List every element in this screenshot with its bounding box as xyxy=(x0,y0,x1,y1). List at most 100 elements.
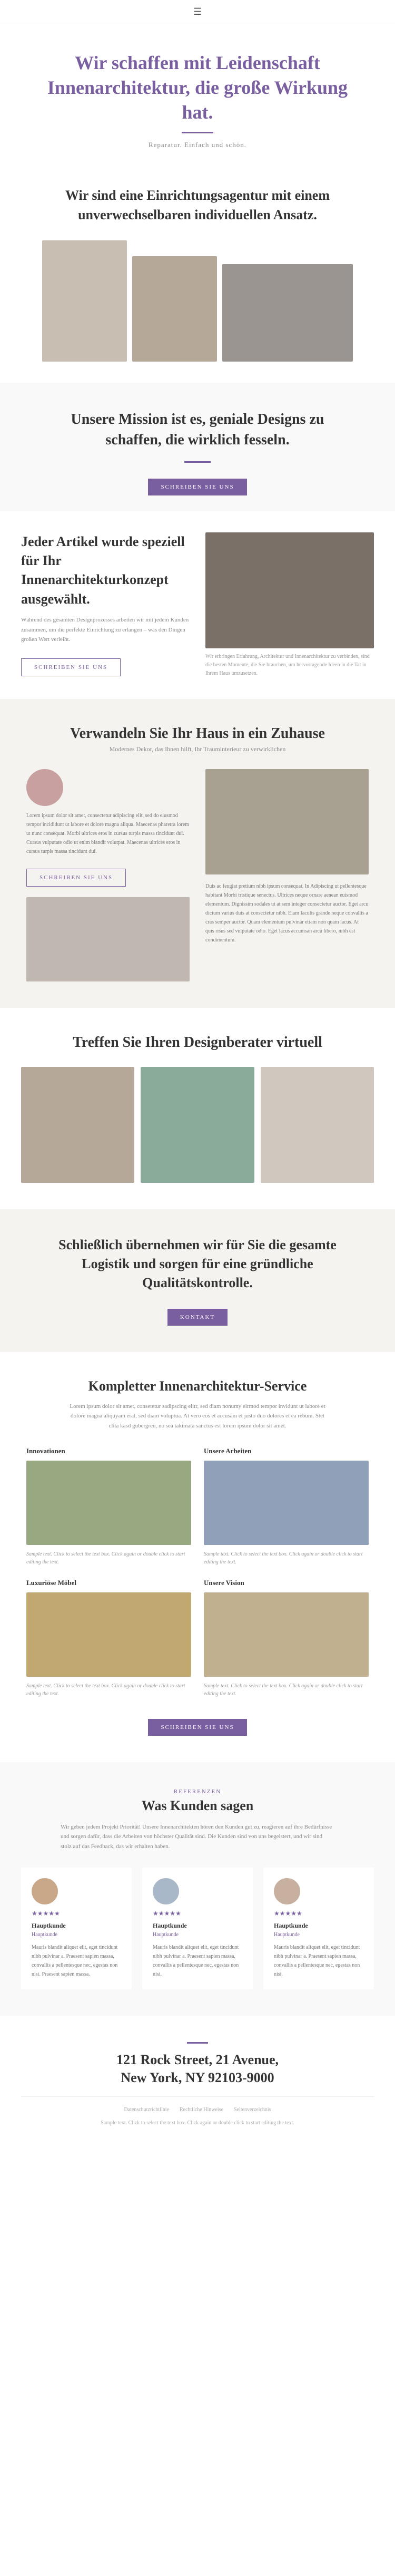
testimonial-2-text: Mauris blandit aliquet elit, eget tincid… xyxy=(153,1943,242,1979)
article-section: Jeder Artikel wurde speziell für Ihr Inn… xyxy=(0,511,395,699)
transform-image-right xyxy=(205,769,369,874)
transform-header: Verwandeln Sie Ihr Haus in ein Zuhause M… xyxy=(26,725,369,753)
testimonial-2-role: Hauptkunde xyxy=(153,1932,242,1938)
about-title: Wir sind eine Einrichtungsagentur mit ei… xyxy=(42,186,353,225)
about-image-1 xyxy=(42,240,127,362)
testimonials-title: Was Kunden sagen xyxy=(21,1798,374,1814)
testimonials-header: Referenzen Was Kunden sagen xyxy=(21,1788,374,1814)
hamburger-icon[interactable]: ☰ xyxy=(193,6,202,17)
transform-content: Lorem ipsum dolor sit amet, consectetur … xyxy=(26,769,369,981)
meet-image-2 xyxy=(141,1067,254,1183)
article-left: Jeder Artikel wurde speziell für Ihr Inn… xyxy=(21,532,190,677)
transform-avatar xyxy=(26,769,63,806)
meet-images xyxy=(21,1067,374,1183)
service-item-1: Innovationen Sample text. Click to selec… xyxy=(26,1447,191,1566)
service-grid: Innovationen Sample text. Click to selec… xyxy=(26,1447,369,1698)
hero-section: Wir schaffen mit Leidenschaft Innenarchi… xyxy=(0,24,395,165)
service-item-1-title: Innovationen xyxy=(26,1447,191,1455)
mission-divider xyxy=(184,461,211,463)
article-caption: Wir erbringen Erfahrung, Architektur und… xyxy=(205,653,374,678)
transform-button[interactable]: SCHREIBEN SIE UNS xyxy=(26,869,126,887)
testimonial-1-role: Hauptkunde xyxy=(32,1932,121,1938)
testimonial-1-avatar xyxy=(32,1878,58,1904)
article-title: Jeder Artikel wurde speziell für Ihr Inn… xyxy=(21,532,190,609)
transform-right-text: Duis ac feugiat pretium nibh ipsum conse… xyxy=(205,882,369,945)
transform-right: Duis ac feugiat pretium nibh ipsum conse… xyxy=(205,769,369,945)
mission-button[interactable]: SCHREIBEN SIE UNS xyxy=(148,479,246,495)
logistics-title: Schließlich übernehmen wir für Sie die g… xyxy=(42,1236,353,1293)
service-item-3: Luxuriöse Möbel Sample text. Click to se… xyxy=(26,1579,191,1698)
article-body: Während des gesamten Designprozesses arb… xyxy=(21,615,190,645)
testimonials-text: Wir geben jedem Projekt Priorität! Unser… xyxy=(61,1822,334,1852)
mission-section: Unsere Mission ist es, geniale Designs z… xyxy=(0,383,395,511)
testimonial-2-name: Hauptkunde xyxy=(153,1922,242,1930)
footer-link-sitemap[interactable]: Seitenverzeichnis xyxy=(234,2105,271,2114)
service-item-2-caption: Sample text. Click to select the text bo… xyxy=(204,1550,369,1566)
footer-copyright: Sample text. Click to select the text bo… xyxy=(21,2118,374,2127)
hero-subtitle: Reparatur. Einfach und schön. xyxy=(42,141,353,149)
footer-link-legal[interactable]: Rechtliche Hinweise xyxy=(180,2105,223,2114)
testimonial-3-role: Hauptkunde xyxy=(274,1932,363,1938)
transform-body: Lorem ipsum dolor sit amet, consectetur … xyxy=(26,811,190,856)
about-image-2 xyxy=(132,256,217,362)
service-item-1-image xyxy=(26,1461,191,1545)
testimonials-label: Referenzen xyxy=(21,1788,374,1795)
testimonial-3: ★★★★★ Hauptkunde Hauptkunde Mauris bland… xyxy=(263,1868,374,1989)
testimonial-3-name: Hauptkunde xyxy=(274,1922,363,1930)
transform-image-left xyxy=(26,897,190,981)
service-item-3-title: Luxuriöse Möbel xyxy=(26,1579,191,1587)
meet-title: Treffen Sie Ihren Designberater virtuell xyxy=(21,1034,374,1051)
testimonial-1: ★★★★★ Hauptkunde Hauptkunde Mauris bland… xyxy=(21,1868,132,1989)
transform-section: Verwandeln Sie Ihr Haus in ein Zuhause M… xyxy=(0,699,395,1008)
footer-bottom: Datenschutzrichtlinie Rechtliche Hinweis… xyxy=(21,2096,374,2127)
transform-title: Verwandeln Sie Ihr Haus in ein Zuhause xyxy=(26,725,369,742)
logistics-section: Schließlich übernehmen wir für Sie die g… xyxy=(0,1209,395,1352)
meet-image-1 xyxy=(21,1067,134,1183)
about-image-3 xyxy=(222,264,353,362)
hero-title: Wir schaffen mit Leidenschaft Innenarchi… xyxy=(42,51,353,124)
testimonial-3-avatar xyxy=(274,1878,300,1904)
footer-divider xyxy=(187,2042,208,2044)
testimonial-2: ★★★★★ Hauptkunde Hauptkunde Mauris bland… xyxy=(142,1868,253,1989)
testimonial-2-avatar xyxy=(153,1878,179,1904)
about-images-row xyxy=(42,240,353,362)
hero-divider xyxy=(182,132,213,133)
service-item-4-caption: Sample text. Click to select the text bo… xyxy=(204,1682,369,1698)
service-button-container: SCHREIBEN SIE UNS xyxy=(26,1714,369,1736)
testimonial-1-stars: ★★★★★ xyxy=(32,1910,121,1918)
testimonial-3-text: Mauris blandit aliquet elit, eget tincid… xyxy=(274,1943,363,1979)
testimonials-section: Referenzen Was Kunden sagen Wir geben je… xyxy=(0,1762,395,2016)
navigation: ☰ xyxy=(0,0,395,24)
service-text: Lorem ipsum dolor sit amet, consetetur s… xyxy=(66,1402,329,1431)
service-item-2-title: Unsere Arbeiten xyxy=(204,1447,369,1455)
about-section: Wir sind eine Einrichtungsagentur mit ei… xyxy=(0,165,395,383)
testimonial-1-name: Hauptkunde xyxy=(32,1922,121,1930)
service-section: Kompletter Innenarchitektur-Service Lore… xyxy=(0,1352,395,1762)
footer: 121 Rock Street, 21 Avenue, New York, NY… xyxy=(0,2016,395,2138)
article-button[interactable]: SCHREIBEN SIE UNS xyxy=(21,658,121,676)
service-button[interactable]: SCHREIBEN SIE UNS xyxy=(148,1719,246,1736)
testimonial-2-stars: ★★★★★ xyxy=(153,1910,242,1918)
footer-city: New York, NY 92103-9000 xyxy=(21,2070,374,2086)
service-item-1-caption: Sample text. Click to select the text bo… xyxy=(26,1550,191,1566)
footer-address: 121 Rock Street, 21 Avenue, xyxy=(21,2052,374,2068)
service-item-3-image xyxy=(26,1592,191,1677)
transform-subtitle: Modernes Dekor, das Ihnen hilft, Ihr Tra… xyxy=(26,745,369,753)
testimonials-grid: ★★★★★ Hauptkunde Hauptkunde Mauris bland… xyxy=(21,1868,374,1989)
testimonial-3-stars: ★★★★★ xyxy=(274,1910,363,1918)
meet-section: Treffen Sie Ihren Designberater virtuell xyxy=(0,1008,395,1209)
service-item-4-image xyxy=(204,1592,369,1677)
meet-image-3 xyxy=(261,1067,374,1183)
article-image xyxy=(205,532,374,648)
testimonial-1-text: Mauris blandit aliquet elit, eget tincid… xyxy=(32,1943,121,1979)
transform-left: Lorem ipsum dolor sit amet, consectetur … xyxy=(26,769,190,981)
service-item-4: Unsere Vision Sample text. Click to sele… xyxy=(204,1579,369,1698)
service-item-2: Unsere Arbeiten Sample text. Click to se… xyxy=(204,1447,369,1566)
service-title: Kompletter Innenarchitektur-Service xyxy=(26,1378,369,1394)
service-item-4-title: Unsere Vision xyxy=(204,1579,369,1587)
footer-links: Datenschutzrichtlinie Rechtliche Hinweis… xyxy=(21,2105,374,2114)
article-right: Wir erbringen Erfahrung, Architektur und… xyxy=(205,532,374,678)
footer-link-privacy[interactable]: Datenschutzrichtlinie xyxy=(124,2105,169,2114)
logistics-button[interactable]: KONTAKT xyxy=(167,1309,228,1326)
mission-title: Unsere Mission ist es, geniale Designs z… xyxy=(42,409,353,450)
